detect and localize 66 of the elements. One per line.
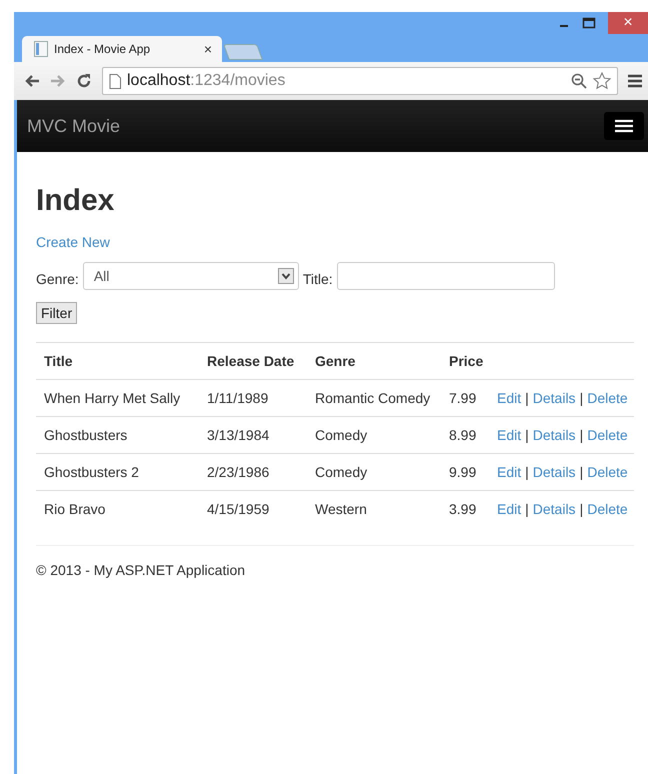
action-link[interactable]: Edit xyxy=(497,501,522,517)
tab-title: Index - Movie App xyxy=(54,42,152,56)
maximize-icon[interactable] xyxy=(582,17,596,29)
menu-button[interactable] xyxy=(604,112,644,140)
reload-icon[interactable] xyxy=(76,73,92,89)
table-cell: Comedy xyxy=(315,464,368,480)
table-cell: Ghostbusters 2 xyxy=(44,464,139,480)
separator: | xyxy=(580,427,584,443)
action-link[interactable]: Details xyxy=(532,501,576,517)
title-field[interactable] xyxy=(336,262,555,290)
table-cell: 2/23/1986 xyxy=(207,464,270,480)
action-link[interactable]: Delete xyxy=(587,427,628,443)
footer-text: © 2013 - My ASP.NET Application xyxy=(36,562,246,578)
action-link[interactable]: Details xyxy=(532,390,576,406)
table-cell: Romantic Comedy xyxy=(315,390,430,406)
menu-icon[interactable] xyxy=(628,74,642,88)
star-icon[interactable] xyxy=(593,72,611,90)
table-cell: Ghostbusters xyxy=(44,427,128,443)
zoom-out-icon[interactable] xyxy=(571,73,587,89)
separator: | xyxy=(525,390,529,406)
action-link[interactable]: Delete xyxy=(587,501,628,517)
table-cell: Western xyxy=(315,501,367,517)
table-cell: When Harry Met Sally xyxy=(44,390,180,406)
filter-button[interactable]: Filter xyxy=(36,302,78,324)
action-link[interactable]: Edit xyxy=(497,390,522,406)
page-heading: Index xyxy=(36,183,116,219)
action-link[interactable]: Delete xyxy=(587,464,628,480)
table-cell: 8.99 xyxy=(449,427,476,443)
table-cell: 9.99 xyxy=(449,464,476,480)
url-host: localhost xyxy=(127,72,190,89)
url-path: :1234/movies xyxy=(190,72,286,89)
genre-label: Genre: xyxy=(36,271,79,287)
separator: | xyxy=(525,464,529,480)
table-cell: 3.99 xyxy=(449,501,476,517)
menu-icon xyxy=(615,119,633,133)
back-icon[interactable] xyxy=(24,74,40,88)
tab-close-button[interactable]: × xyxy=(204,41,212,57)
browser-tab[interactable]: Index - Movie App × xyxy=(22,36,222,62)
table-cell: 1/11/1989 xyxy=(207,390,268,406)
create-new-link[interactable]: Create New xyxy=(36,234,110,250)
separator: | xyxy=(580,390,584,406)
table-cell: Rio Bravo xyxy=(44,501,106,517)
title-label: Title: xyxy=(302,271,333,287)
close-button[interactable]: × xyxy=(608,12,648,34)
page-icon xyxy=(109,74,121,88)
separator: | xyxy=(580,464,584,480)
column-header: Price xyxy=(441,342,493,380)
action-link[interactable]: Edit xyxy=(497,464,522,480)
brand-link[interactable]: MVC Movie xyxy=(27,116,120,136)
action-link[interactable]: Delete xyxy=(587,390,628,406)
table-cell: 7.99 xyxy=(449,390,476,406)
separator: | xyxy=(525,501,529,517)
table-cell: Comedy xyxy=(315,427,368,443)
page-icon xyxy=(34,41,48,57)
address-bar[interactable]: localhost:1234/movies xyxy=(102,67,618,95)
table-cell: 4/15/1959 xyxy=(207,501,270,517)
action-link[interactable]: Details xyxy=(532,427,576,443)
table-cell: 3/13/1984 xyxy=(207,427,270,443)
separator: | xyxy=(525,427,529,443)
action-link[interactable]: Details xyxy=(532,464,576,480)
action-link[interactable]: Edit xyxy=(497,427,522,443)
column-header: Title xyxy=(36,342,199,380)
separator: | xyxy=(580,501,584,517)
genre-dropdown[interactable]: All xyxy=(82,262,299,290)
column-header: Release Date xyxy=(199,342,307,380)
column-header: Genre xyxy=(307,342,441,380)
